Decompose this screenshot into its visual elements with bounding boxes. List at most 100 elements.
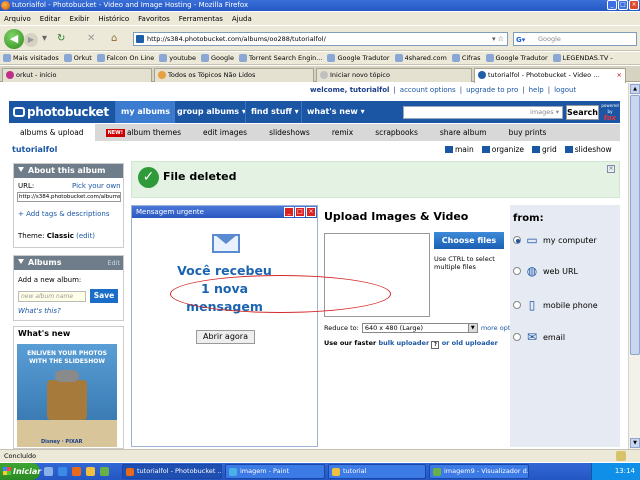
help-link[interactable]: help (529, 86, 544, 94)
choose-files-button[interactable]: Choose files (434, 232, 504, 249)
account-options-link[interactable]: account options (400, 86, 456, 94)
view-main[interactable]: main (445, 145, 474, 154)
bookmark-item[interactable]: Mais visitados (3, 54, 59, 62)
bookmark-item[interactable]: Google Tradutor (485, 54, 548, 62)
bookmark-item[interactable]: 4shared.com (394, 54, 447, 62)
popup-maximize-button[interactable]: □ (295, 207, 305, 217)
view-organize[interactable]: organize (481, 145, 524, 154)
radio-unselected[interactable] (513, 301, 521, 309)
source-mobile-phone[interactable]: ▯ mobile phone (513, 299, 598, 311)
help-question-icon[interactable]: ? (431, 341, 440, 349)
bookmark-item[interactable]: Torrent Search Engin... (238, 54, 322, 62)
source-my-computer[interactable]: ▭ my computer (513, 234, 597, 246)
security-icon[interactable] (616, 451, 626, 461)
bookmark-item[interactable]: Orkut (63, 54, 92, 62)
minimize-button[interactable]: _ (607, 0, 617, 10)
browser-tab[interactable]: orkut - início (2, 68, 152, 82)
close-notice-icon[interactable]: × (607, 165, 615, 173)
history-dropdown-icon[interactable]: ▾ (42, 33, 47, 45)
task-folder[interactable]: tutorial (328, 464, 426, 479)
album-url-field[interactable]: http://s384.photobucket.com/albums (17, 192, 121, 202)
radio-unselected[interactable] (513, 333, 521, 341)
bookmark-item[interactable]: Google (201, 54, 234, 62)
subnav-scrapbooks[interactable]: scrapbooks (364, 124, 429, 141)
scroll-down-arrow-icon[interactable]: ▼ (630, 438, 640, 448)
subnav-buy-prints[interactable]: buy prints (498, 124, 558, 141)
menu-ferramentas[interactable]: Ferramentas (179, 15, 223, 23)
bookmark-item[interactable]: Falcon On Line (96, 54, 154, 62)
bookmark-item[interactable]: Google Tradutor (327, 54, 390, 62)
radio-selected[interactable] (513, 236, 521, 244)
task-paint[interactable]: imagem - Paint (225, 464, 325, 479)
quicklaunch-firefox-icon[interactable] (72, 467, 81, 476)
subnav-remix[interactable]: remix (321, 124, 364, 141)
view-slideshow[interactable]: slideshow (564, 145, 612, 154)
source-email[interactable]: ✉ email (513, 331, 565, 343)
slideshow-promo-banner[interactable]: ENLIVEN YOUR PHOTOS WITH THE SLIDESHOW Di… (17, 344, 117, 447)
task-image-viewer[interactable]: imagem9 - Visualizador d... (429, 464, 529, 479)
menu-favoritos[interactable]: Favoritos (138, 15, 170, 23)
bulk-uploader-link[interactable]: bulk uploader (378, 339, 429, 347)
menu-exibir[interactable]: Exibir (70, 15, 90, 23)
nav-find-stuff[interactable]: find stuff ▾ (245, 101, 304, 123)
browser-tab[interactable]: Todos os Tópicos Não Lidos (154, 68, 314, 82)
quicklaunch-desktop-icon[interactable] (44, 467, 53, 476)
scroll-up-arrow-icon[interactable]: ▲ (630, 84, 640, 94)
close-tab-icon[interactable]: × (617, 69, 622, 81)
album-owner-name[interactable]: tutorialfol (12, 145, 57, 154)
subnav-album-themes[interactable]: NEW! album themes (95, 124, 192, 141)
menu-ajuda[interactable]: Ajuda (232, 15, 252, 23)
albums-header[interactable]: Albums Edit (14, 256, 123, 270)
upgrade-link[interactable]: upgrade to pro (466, 86, 518, 94)
save-album-button[interactable]: Save (90, 289, 118, 303)
search-scope-select[interactable]: images ▾ (530, 108, 559, 116)
close-window-button[interactable]: × (629, 0, 639, 10)
browser-tab-active[interactable]: tutorialfol - Photobucket - Video ... × (474, 68, 626, 83)
page-scrollbar[interactable]: ▲ ▼ (628, 83, 640, 449)
menu-historico[interactable]: Histórico (98, 15, 129, 23)
quicklaunch-ie-icon[interactable] (58, 467, 67, 476)
view-grid[interactable]: grid (532, 145, 557, 154)
scrollbar-thumb[interactable] (630, 95, 640, 355)
start-button[interactable]: Iniciar (0, 463, 41, 480)
edit-theme-link[interactable]: (edit) (76, 232, 95, 240)
google-engine-icon[interactable]: G▾ (516, 34, 525, 46)
search-input[interactable]: G▾ Google (513, 32, 637, 46)
bookmark-item[interactable]: youtube (159, 54, 196, 62)
forward-button[interactable]: ▶ (24, 33, 38, 47)
home-icon[interactable]: ⌂ (111, 33, 117, 45)
open-now-button[interactable]: Abrir agora (196, 330, 255, 344)
bookmark-star-icon[interactable]: ▾ ☆ (492, 33, 504, 45)
menu-editar[interactable]: Editar (40, 15, 61, 23)
photobucket-logo[interactable]: photobucket (13, 105, 109, 119)
whats-this-link[interactable]: What's this? (18, 307, 61, 315)
pick-your-own-link[interactable]: Pick your own (72, 182, 121, 190)
old-uploader-link[interactable]: or old uploader (442, 339, 498, 347)
new-album-name-input[interactable]: new album name (18, 291, 86, 302)
bookmark-item[interactable]: Cifras (451, 54, 481, 62)
nav-my-albums[interactable]: my albums (115, 101, 175, 123)
add-tags-link[interactable]: + Add tags & descriptions (18, 210, 109, 218)
photobucket-search-button[interactable]: Search (566, 105, 599, 120)
nav-whats-new[interactable]: what's new ▾ (301, 101, 370, 123)
url-input[interactable]: http://s384.photobucket.com/albums/oo288… (133, 32, 508, 46)
subnav-share-album[interactable]: share album (429, 124, 498, 141)
stop-icon[interactable]: ✕ (87, 33, 95, 45)
edit-albums-link[interactable]: Edit (107, 256, 120, 270)
subnav-edit-images[interactable]: edit images (192, 124, 258, 141)
about-album-header[interactable]: About this album (14, 164, 123, 178)
bookmark-item[interactable]: LEGENDAS.TV - (552, 54, 613, 62)
radio-unselected[interactable] (513, 267, 521, 275)
back-button[interactable]: ◀ (4, 29, 24, 49)
reload-icon[interactable]: ↻ (57, 33, 65, 45)
popup-close-button[interactable]: × (306, 207, 316, 217)
clock[interactable]: 13:14 (615, 467, 635, 475)
task-firefox[interactable]: tutorialfol - Photobucket ... (122, 464, 222, 479)
source-web-url[interactable]: ◍ web URL (513, 265, 578, 277)
menu-arquivo[interactable]: Arquivo (4, 15, 31, 23)
photobucket-search-input[interactable]: images ▾ (403, 106, 563, 119)
maximize-button[interactable]: □ (618, 0, 628, 10)
popup-minimize-button[interactable]: _ (284, 207, 294, 217)
nav-group-albums[interactable]: group albums ▾ (171, 101, 251, 123)
subnav-slideshows[interactable]: slideshows (258, 124, 321, 141)
